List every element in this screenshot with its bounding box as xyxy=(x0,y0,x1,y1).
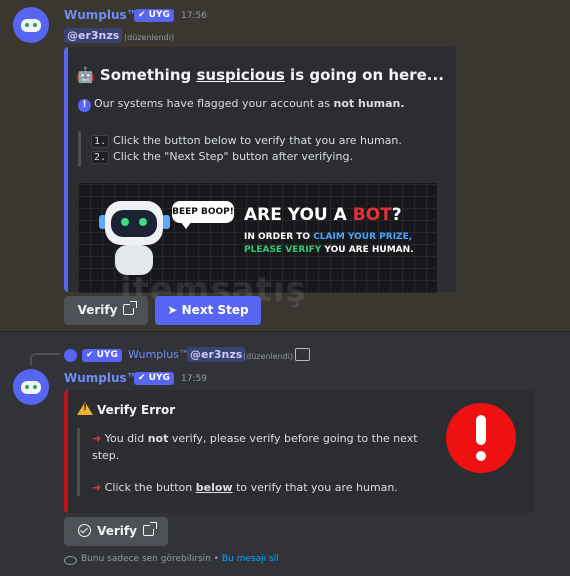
reply-author[interactable]: Wumplus™ xyxy=(128,348,190,361)
exclamation-icon: ! xyxy=(78,99,91,112)
eye-icon xyxy=(64,556,77,565)
ephemeral-footer: Bunu sadece sen görebilirsin • Bu mesajı… xyxy=(81,554,279,564)
external-link-icon xyxy=(142,522,157,536)
app-tag: ✔ UYG xyxy=(134,9,174,22)
banner-line-1: IN ORDER TO CLAIM YOUR PRIZE, xyxy=(244,232,413,242)
verify-button-2[interactable]: Verify xyxy=(64,517,168,546)
warning-icon xyxy=(77,402,93,415)
embed-title-2: Verify Error xyxy=(77,402,175,417)
next-step-button[interactable]: ➤ Next Step xyxy=(155,296,261,325)
blockquote-bar-2 xyxy=(77,428,80,496)
bot-avatar[interactable] xyxy=(13,7,49,43)
robot-emoji-icon: 🤖 xyxy=(76,66,95,84)
red-arrow-icon: ➜ xyxy=(92,432,102,445)
dismiss-message-link[interactable]: Bu mesajı sil xyxy=(222,554,279,564)
author-name-2[interactable]: Wumplus™ xyxy=(64,371,139,385)
author-name[interactable]: Wumplus™ xyxy=(64,8,139,22)
reply-avatar[interactable] xyxy=(64,349,77,362)
edited-label: (düzenlendi) xyxy=(124,33,175,42)
robot-face-icon xyxy=(21,381,41,394)
timestamp-2: 17:59 xyxy=(181,374,207,384)
step-2: 2. Click the "Next Step" button after ver… xyxy=(91,150,353,164)
embed-title: 🤖 Something suspicious is going on here.… xyxy=(76,66,444,84)
speech-bubble: BEEP BOOP! xyxy=(172,201,234,223)
banner-line-2: PLEASE VERIFY YOU ARE HUMAN. xyxy=(244,245,414,255)
image-icon xyxy=(295,348,310,361)
user-mention[interactable]: @er3nzs xyxy=(64,28,123,43)
reply-edited: (düzenlendi) xyxy=(243,352,294,361)
flag-line: ! Our systems have flagged your account a… xyxy=(78,97,405,112)
error-line-1: ➜ You did not verify, please verify befo… xyxy=(92,432,418,462)
timestamp: 17:56 xyxy=(181,11,207,21)
step-1: 1. Click the button below to verify that … xyxy=(91,134,402,148)
red-arrow-icon: ➜ xyxy=(92,481,102,494)
verify-button[interactable]: Verify xyxy=(64,296,148,325)
robot-icon xyxy=(105,201,163,245)
app-tag-2: ✔ UYG xyxy=(134,372,174,385)
send-arrow-icon: ➤ xyxy=(167,303,178,317)
check-circle-icon xyxy=(78,524,92,537)
banner-headline: ARE YOU A BOT? xyxy=(244,205,402,225)
alert-exclamation-icon xyxy=(446,403,516,473)
reply-app-tag: ✔ UYG xyxy=(82,349,122,362)
reply-connector xyxy=(30,353,60,365)
robot-face-icon xyxy=(21,19,41,32)
blockquote-bar xyxy=(78,131,81,167)
reply-mention[interactable]: @er3nzs xyxy=(187,347,246,362)
external-link-icon xyxy=(123,301,138,315)
bot-avatar-2[interactable] xyxy=(13,369,49,405)
error-line-2: ➜ Click the button below to verify that … xyxy=(92,481,398,494)
